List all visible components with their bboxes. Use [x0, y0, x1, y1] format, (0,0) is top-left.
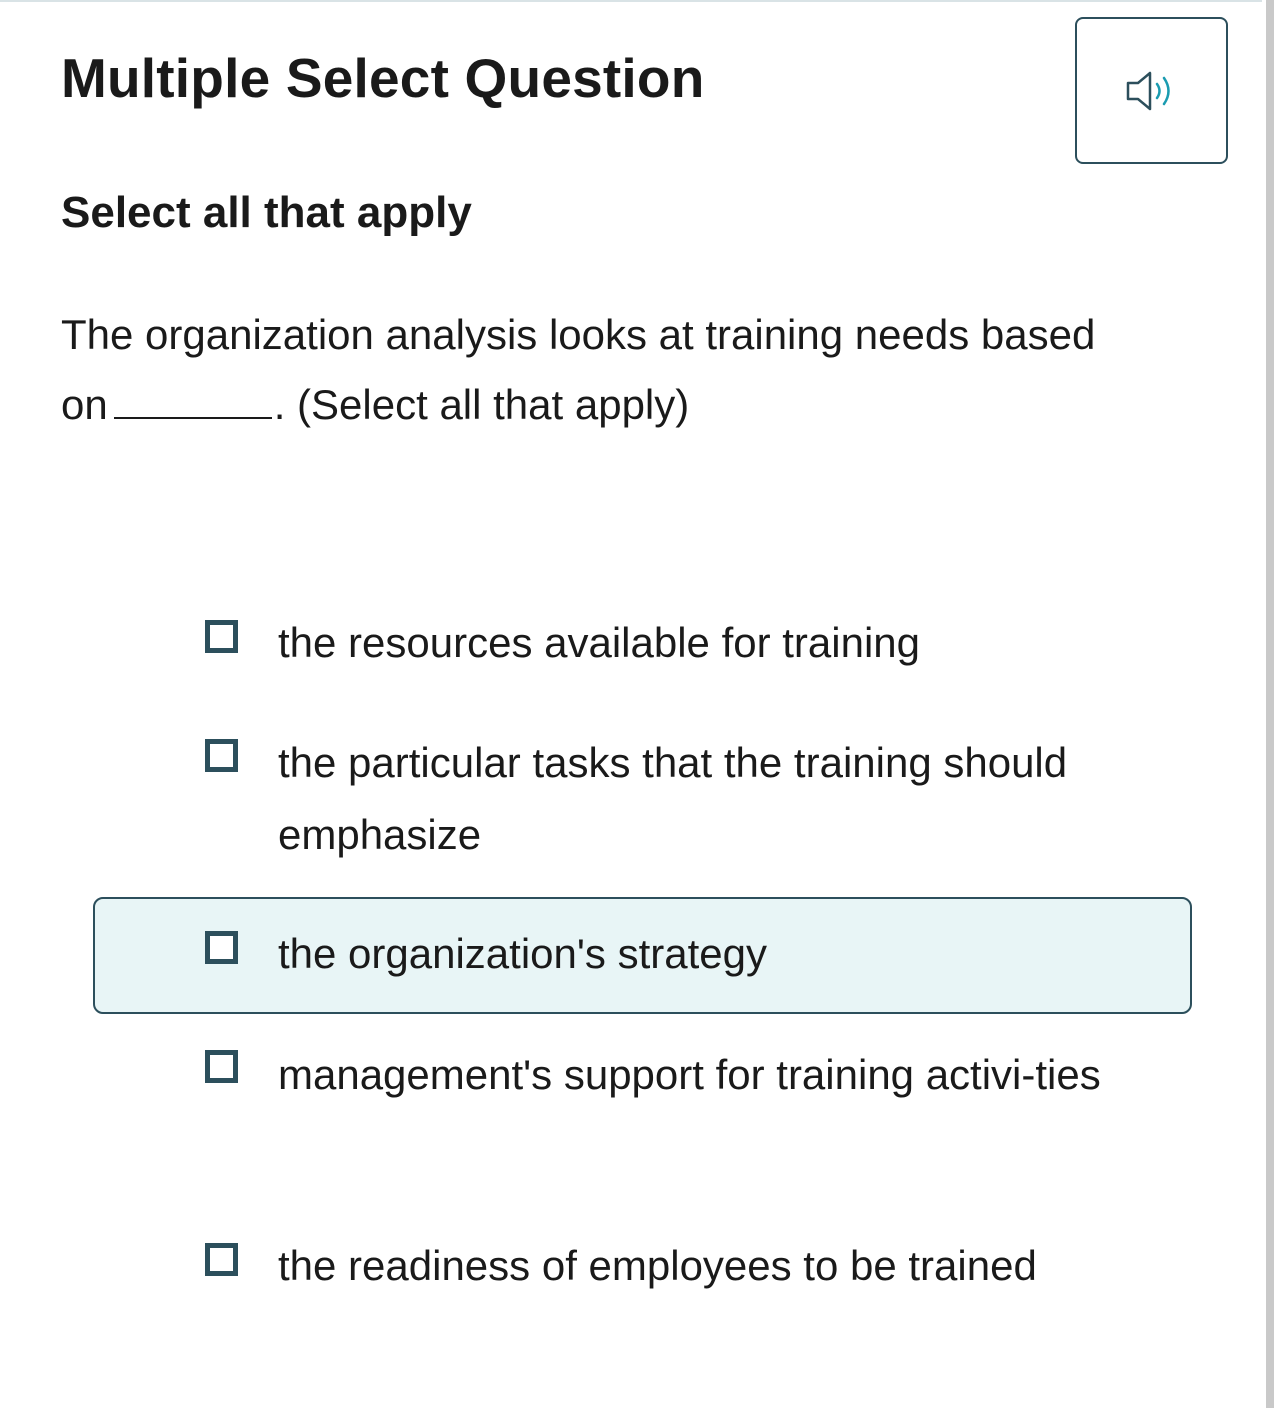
question-prompt: The organization analysis looks at train…	[61, 300, 1121, 440]
scrollbar-track	[1262, 0, 1284, 1408]
option-label: the resources available for training	[278, 619, 921, 666]
speaker-icon	[1124, 67, 1180, 115]
option-checkbox[interactable]	[205, 739, 238, 772]
option-checkbox[interactable]	[205, 1050, 238, 1083]
option-checkbox[interactable]	[205, 620, 238, 653]
option-checkbox[interactable]	[205, 1243, 238, 1276]
page-title: Multiple Select Question	[61, 47, 705, 109]
option-label: the readiness of employees to be trained	[278, 1242, 1037, 1289]
option-label: the organization's strategy	[278, 930, 767, 977]
top-divider	[0, 0, 1262, 2]
option-label: the particular tasks that the training s…	[278, 739, 1068, 858]
read-aloud-button[interactable]	[1075, 17, 1228, 164]
option-checkbox[interactable]	[205, 931, 238, 964]
answer-blank	[113, 377, 272, 419]
instruction-text: Select all that apply	[61, 188, 472, 237]
question-text-end: . (Select all that apply)	[273, 381, 690, 428]
option-label: management's support for training activi…	[278, 1051, 1101, 1098]
